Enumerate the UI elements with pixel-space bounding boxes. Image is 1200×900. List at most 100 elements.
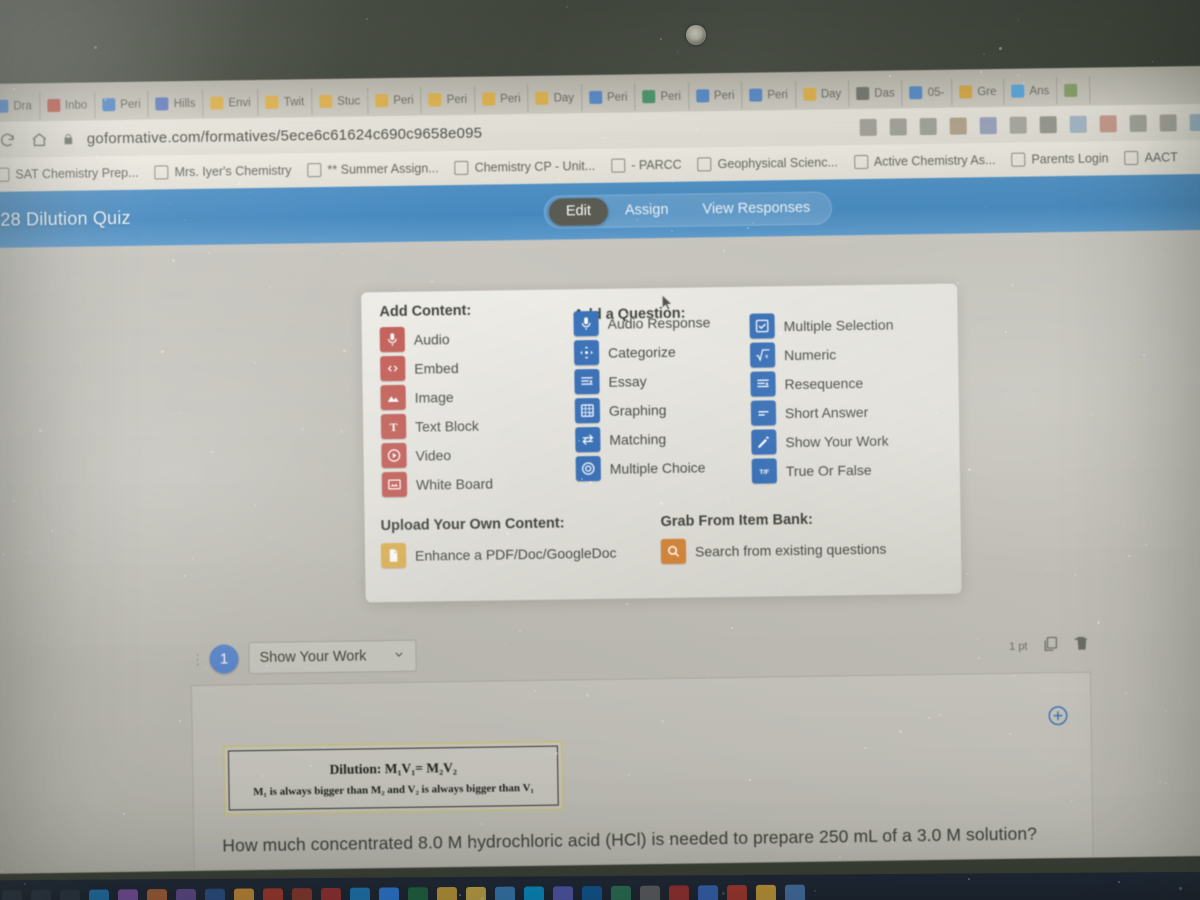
add-item-picker[interactable]: Add Content: Audio Embed Image T Text Block V… — [361, 284, 962, 603]
taskbar-explorer-icon[interactable] — [437, 887, 457, 900]
browser-tab-18[interactable]: Gre — [952, 78, 1005, 106]
taskbar-skype-icon[interactable] — [524, 886, 544, 900]
browser-tab-12[interactable]: Peri — [635, 83, 689, 111]
taskbar-word-icon[interactable] — [205, 889, 225, 900]
browser-tab-3[interactable]: Hills — [148, 90, 203, 118]
url-text[interactable]: goformative.com/formatives/5ece6c61624c6… — [87, 124, 483, 147]
browser-tab-11[interactable]: Peri — [582, 83, 636, 111]
browser-tab-4[interactable]: Envi — [203, 89, 259, 117]
add-question-option-true-or-false[interactable]: T/F True Or False — [752, 456, 952, 484]
taskbar-chrome-icon[interactable] — [234, 888, 254, 900]
add-content-option-text-block[interactable]: T Text Block — [381, 412, 561, 440]
bookmark-0[interactable]: SAT Chemistry Prep... — [0, 166, 139, 182]
browser-tab-5[interactable]: Twit — [259, 88, 313, 116]
bookmark-1[interactable]: Mrs. Iyer's Chemistry — [154, 163, 291, 179]
browser-tab-8[interactable]: Peri — [421, 86, 475, 114]
briefcase-icon[interactable] — [980, 117, 997, 134]
browser-tab-13[interactable]: Peri — [689, 82, 743, 110]
copy-icon[interactable] — [1041, 635, 1059, 658]
taskbar-outlook-icon[interactable] — [582, 886, 602, 900]
browser-tab-1[interactable]: Inbo — [40, 91, 96, 119]
taskbar-start-icon[interactable] — [2, 890, 22, 900]
taskbar-gear-icon[interactable] — [640, 886, 660, 900]
taskbar-settings-icon[interactable] — [495, 887, 515, 900]
qr-icon[interactable] — [1040, 116, 1057, 133]
upload-pdf-option[interactable]: Enhance a PDF/Doc/GoogleDoc — [381, 540, 617, 568]
bookmark-5[interactable]: Geophysical Scienc... — [698, 155, 838, 171]
browser-tab-20[interactable] — [1057, 77, 1090, 104]
app-icon[interactable] — [950, 117, 967, 134]
browser-tab-6[interactable]: Stuc — [312, 87, 368, 115]
add-content-option-white-board[interactable]: White Board — [382, 470, 562, 498]
drag-handle-icon[interactable]: ⋮⋮ — [190, 655, 199, 663]
help-circle-icon[interactable] — [890, 118, 907, 135]
taskbar-onedrive-icon[interactable] — [350, 888, 370, 900]
add-question-option-categorize[interactable]: Categorize — [574, 338, 759, 366]
bookmark-4[interactable]: - PARCC — [611, 158, 682, 173]
taskbar-task-view-icon[interactable] — [60, 890, 80, 900]
download-item-4[interactable]: 1e October 2011....pdf^ — [797, 863, 984, 874]
add-question-option-matching[interactable]: Matching — [575, 425, 760, 453]
bookmark-3[interactable]: Chemistry CP - Unit... — [455, 159, 596, 175]
browser-tab-19[interactable]: Ans — [1004, 77, 1057, 105]
diamond-icon[interactable] — [1070, 115, 1087, 132]
taskbar-blue-icon[interactable] — [698, 885, 718, 900]
browser-toolbar-icons[interactable] — [860, 113, 1200, 135]
mode-tab-edit[interactable]: Edit — [549, 198, 608, 226]
taskbar-powerpoint-icon[interactable] — [263, 888, 283, 900]
add-question-option-show-your-work[interactable]: Show Your Work — [751, 427, 951, 455]
grid-icon[interactable] — [1130, 114, 1147, 131]
add-content-option-embed[interactable]: Embed — [380, 354, 560, 382]
taskbar-teams-icon[interactable] — [553, 886, 573, 900]
reload-icon[interactable] — [0, 130, 17, 150]
taskbar-folder-icon[interactable] — [756, 885, 776, 900]
download-item-2[interactable]: GradebookExport-E....xls^ — [394, 869, 597, 874]
browser-tab-0[interactable]: Dra — [0, 92, 40, 120]
item-bank-search-option[interactable]: Search from existing questions — [661, 536, 887, 564]
mode-tab-assign[interactable]: Assign — [608, 197, 686, 225]
add-question-option-essay[interactable]: Essay — [574, 367, 759, 395]
browser-tab-15[interactable]: Day — [796, 80, 850, 108]
browser-tab-9[interactable]: Peri — [475, 85, 529, 113]
home-icon[interactable] — [29, 129, 49, 149]
add-question-option-audio-response[interactable]: Audio Response — [573, 309, 758, 337]
add-question-option-short-answer[interactable]: Short Answer — [751, 398, 951, 426]
taskbar-sticky-icon[interactable] — [466, 887, 486, 900]
browser-tab-7[interactable]: Peri — [368, 87, 422, 115]
square-icon[interactable] — [1160, 114, 1177, 131]
browser-tab-16[interactable]: Das — [849, 79, 903, 107]
taskbar-bag-icon[interactable] — [147, 889, 167, 900]
taskbar-media-icon[interactable] — [176, 889, 196, 900]
trash-icon[interactable] — [1073, 635, 1090, 657]
bookmark-7[interactable]: Parents Login — [1011, 151, 1108, 166]
taskbar-zoom-icon[interactable] — [379, 887, 399, 900]
star-icon[interactable] — [860, 118, 877, 135]
mode-switch[interactable]: Edit Assign View Responses — [544, 191, 833, 228]
mode-tab-view-responses[interactable]: View Responses — [685, 195, 827, 224]
bookmark-6[interactable]: Active Chemistry As... — [854, 153, 996, 169]
browser-tab-17[interactable]: 05- — [903, 79, 953, 107]
taskbar-grid-icon[interactable] — [785, 885, 805, 900]
add-question-option-numeric[interactable]: x Numeric — [750, 340, 950, 368]
add-content-option-video[interactable]: Video — [381, 441, 561, 469]
add-question-option-resequence[interactable]: Resequence — [750, 369, 950, 397]
play-icon[interactable] — [1100, 115, 1117, 132]
windows-taskbar[interactable] — [0, 872, 1200, 900]
download-item-3[interactable]: 1a ChemMatters O....pdf^ — [597, 866, 797, 874]
taskbar-red-icon[interactable] — [727, 885, 747, 900]
taskbar-search-icon[interactable] — [31, 890, 51, 900]
taskbar-store-icon[interactable] — [118, 889, 138, 900]
taskbar-shield-icon[interactable] — [611, 886, 631, 900]
taskbar-pdf-icon[interactable] — [669, 885, 689, 900]
question-type-select[interactable]: Show Your Work — [248, 640, 416, 674]
browser-tab-2[interactable]: Peri — [95, 91, 149, 119]
chevron-up-icon[interactable] — [920, 117, 937, 134]
download-item-1[interactable]: GradebookExport-E....xls^ — [191, 872, 394, 874]
bookmark-2[interactable]: ** Summer Assign... — [307, 161, 438, 177]
add-question-option-graphing[interactable]: Graphing — [575, 396, 760, 424]
bookmark-8[interactable]: AACT — [1124, 150, 1178, 165]
add-question-option-multiple-selection[interactable]: Multiple Selection — [749, 311, 949, 339]
taskbar-edge-icon[interactable] — [89, 889, 109, 900]
plus-circle-icon[interactable] — [1047, 705, 1068, 726]
taskbar-access-icon[interactable] — [292, 888, 312, 900]
